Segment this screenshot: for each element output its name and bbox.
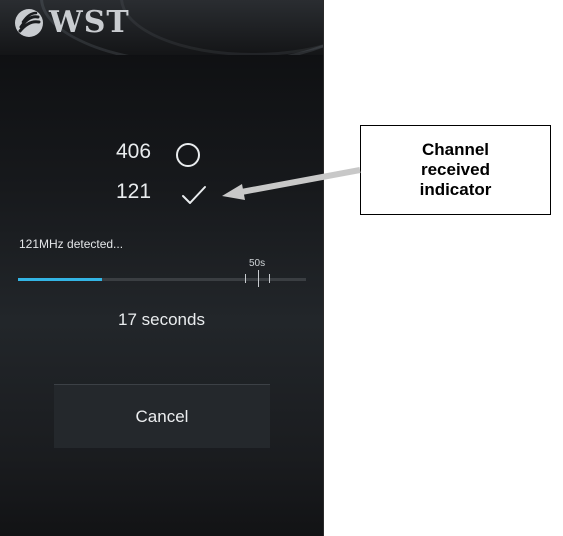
channel-number: 121	[116, 180, 152, 203]
timeout-marker	[258, 270, 259, 287]
timeout-tick-left	[245, 274, 246, 283]
logo-mark-icon	[15, 9, 43, 37]
phone-screen: WST 406 121 121MHz detected... 50s 17 se…	[0, 0, 324, 536]
channel-row-121: 121	[0, 176, 323, 210]
cancel-button[interactable]: Cancel	[54, 384, 270, 448]
app-logo: WST	[14, 8, 130, 38]
detection-status: 121MHz detected...	[19, 237, 124, 251]
stage: WST 406 121 121MHz detected... 50s 17 se…	[0, 0, 563, 536]
channel-number: 406	[116, 140, 152, 163]
timeout-tick-right	[269, 274, 270, 283]
app-header: WST	[0, 0, 323, 55]
logo-text: WST	[49, 5, 130, 40]
channel-row-406: 406	[0, 136, 323, 170]
elapsed-time: 17 seconds	[118, 310, 205, 329]
scan-progress-fill	[18, 278, 102, 281]
timeout-label: 50s	[249, 258, 266, 269]
annotation-callout: Channel received indicator	[360, 125, 551, 215]
check-icon	[182, 186, 206, 204]
annotation-text: Channel received indicator	[419, 140, 492, 199]
scan-progress-bar	[18, 278, 306, 281]
circle-icon	[176, 143, 200, 167]
